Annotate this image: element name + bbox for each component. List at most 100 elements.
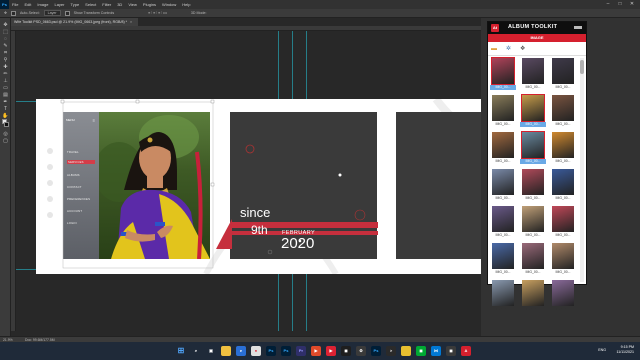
eyedropper-icon[interactable]: ⚲ xyxy=(2,57,9,63)
quick-mask-icon[interactable]: ◎ xyxy=(2,131,9,137)
thumbnail-label: IMG_00... xyxy=(555,307,571,311)
media-icon[interactable]: ▶ xyxy=(311,346,321,356)
search-icon[interactable]: ⌕ xyxy=(191,346,201,356)
image-thumbnail[interactable]: IMG_00... xyxy=(550,243,576,277)
system-clock[interactable]: 9:15 PM 11/11/2021 xyxy=(617,345,634,355)
photoshop-taskbar-icon-3[interactable]: Ps xyxy=(371,346,381,356)
menu-item-view[interactable]: View xyxy=(125,2,140,7)
type-tool-icon[interactable]: T xyxy=(2,106,9,112)
menu-item-type[interactable]: Type xyxy=(68,2,83,7)
menu-item-plugins[interactable]: Plugins xyxy=(140,2,159,7)
background-color-swatch[interactable] xyxy=(4,122,9,127)
eraser-tool-icon[interactable]: ▭ xyxy=(2,85,9,91)
image-thumbnail[interactable]: IMG_00... xyxy=(520,206,546,240)
stamp-tool-icon[interactable]: ⊥ xyxy=(2,78,9,84)
image-thumbnail[interactable]: IMG_00... xyxy=(550,206,576,240)
move-tool-icon[interactable]: ✥ xyxy=(4,11,7,15)
clock-date: 11/11/2021 xyxy=(616,350,634,354)
thumbnail-label: IMG_00... xyxy=(555,196,571,200)
move-tool-icon[interactable]: ✥ xyxy=(2,22,9,28)
image-thumbnail[interactable]: IMG_00... xyxy=(550,95,576,129)
close-icon[interactable]: ✕ xyxy=(626,0,638,9)
image-thumbnail[interactable]: IMG_00... xyxy=(490,280,516,314)
file-explorer-icon[interactable] xyxy=(221,346,231,356)
thumbnail-image xyxy=(522,169,544,195)
image-thumbnail[interactable]: IMG_00... xyxy=(520,131,546,166)
image-thumbnail[interactable]: IMG_00... xyxy=(520,58,546,92)
image-thumbnail[interactable]: IMG_00... xyxy=(550,169,576,203)
pen-tool-icon[interactable]: ✒ xyxy=(2,99,9,105)
album-toolkit-taskbar-icon[interactable]: A xyxy=(461,346,471,356)
menu-item-select[interactable]: Select xyxy=(82,2,99,7)
document-canvas[interactable]: MENU ≡ TRAVEL SERVICES ALBUMS CONTACT PR… xyxy=(36,99,481,274)
menu-bar: Ps File Edit Image Layer Type Select Filter 3D V… xyxy=(0,0,640,9)
brush-tool-icon[interactable]: ✏ xyxy=(2,71,9,77)
menu-item-window[interactable]: Window xyxy=(159,2,179,7)
thumbnail-image xyxy=(492,243,514,269)
vscode-icon[interactable]: ⋈ xyxy=(431,346,441,356)
image-thumbnail[interactable]: IMG_00... xyxy=(490,169,516,203)
image-thumbnail[interactable]: IMG_00... xyxy=(490,243,516,277)
panel-minimize-button[interactable] xyxy=(574,26,582,29)
photoshop-taskbar-icon-2[interactable]: Ps xyxy=(281,346,291,356)
photoshop-logo[interactable]: Ps xyxy=(0,0,9,9)
app-green-icon[interactable]: ◼ xyxy=(416,346,426,356)
gradient-tool-icon[interactable]: ▤ xyxy=(2,92,9,98)
crop-tool-icon[interactable]: ⌗ xyxy=(2,50,9,56)
menu-item-file[interactable]: File xyxy=(9,2,21,7)
edge-icon[interactable]: e xyxy=(236,346,246,356)
image-thumbnail[interactable]: IMG_00... xyxy=(520,94,546,129)
maximize-icon[interactable]: □ xyxy=(614,0,626,9)
album-toolkit-panel: At ALBUM TOOLKIT IMAGE ▬ ✲ ❖ IMG_00... IM… xyxy=(487,21,587,311)
terminal-icon[interactable]: > xyxy=(386,346,396,356)
thumbnail-image xyxy=(492,280,514,306)
healing-brush-icon[interactable]: ✚ xyxy=(2,64,9,70)
canvas-area[interactable]: MENU ≡ TRAVEL SERVICES ALBUMS CONTACT PR… xyxy=(16,31,481,331)
lasso-tool-icon[interactable]: ◌ xyxy=(2,36,9,42)
menu-item-3d[interactable]: 3D xyxy=(114,2,125,7)
image-thumbnail[interactable]: IMG_00... xyxy=(520,243,546,277)
folder-icon[interactable]: ▬ xyxy=(491,45,497,53)
input-language[interactable]: ENG xyxy=(598,348,606,352)
app-icon[interactable]: ◼ xyxy=(341,346,351,356)
premiere-icon[interactable]: Pr xyxy=(296,346,306,356)
windows-start-icon[interactable]: ⊞ xyxy=(176,346,186,356)
stack-icon[interactable]: ❖ xyxy=(520,45,525,53)
show-transform-checkbox[interactable] xyxy=(64,10,70,16)
auto-select-checkbox[interactable] xyxy=(11,10,17,16)
menu-item-filter[interactable]: Filter xyxy=(99,2,114,7)
quick-select-icon[interactable]: ✎ xyxy=(2,43,9,49)
image-thumbnail[interactable]: IMG_00... xyxy=(550,58,576,92)
menu-item-image[interactable]: Image xyxy=(34,2,51,7)
screen-mode-icon[interactable]: ▢ xyxy=(2,138,9,144)
marquee-tool-icon[interactable]: ⬚ xyxy=(2,29,9,35)
menu-item-layer[interactable]: Layer xyxy=(51,2,67,7)
settings-gear-icon[interactable]: ✲ xyxy=(506,45,511,53)
chrome-icon[interactable]: ● xyxy=(251,346,261,356)
scroll-thumb[interactable] xyxy=(580,60,584,74)
notes-icon[interactable] xyxy=(401,346,411,356)
app-dark-icon[interactable]: ◼ xyxy=(446,346,456,356)
youtube-icon[interactable]: ▶ xyxy=(326,346,336,356)
image-thumbnail[interactable]: IMG_00... xyxy=(520,169,546,203)
image-thumbnail[interactable]: IMG_00... xyxy=(520,280,546,314)
align-icons[interactable]: ≡ ⫶ ≡ ⫶ ≡ ⫶ ••• xyxy=(148,11,167,15)
document-tab[interactable]: Wife Toolkit PSD_0663.psd @ 21.9% (IMG_0… xyxy=(11,18,139,26)
photoshop-taskbar-icon[interactable]: Ps xyxy=(266,346,276,356)
layer-select[interactable]: Layer xyxy=(43,10,61,16)
menu-item-edit[interactable]: Edit xyxy=(21,2,34,7)
image-thumbnail[interactable]: IMG_00... xyxy=(550,132,576,166)
image-thumbnail[interactable]: IMG_00... xyxy=(490,57,516,92)
thumbnail-image xyxy=(492,95,514,121)
tab-image[interactable]: IMAGE xyxy=(488,34,586,42)
image-thumbnail[interactable]: IMG_00... xyxy=(490,95,516,129)
settings-icon[interactable]: ⚙ xyxy=(356,346,366,356)
panel-scrollbar[interactable] xyxy=(580,58,584,282)
task-view-icon[interactable]: ▣ xyxy=(206,346,216,356)
image-thumbnail[interactable]: IMG_00... xyxy=(490,132,516,166)
minimize-icon[interactable]: – xyxy=(602,0,614,9)
close-tab-icon[interactable]: × xyxy=(130,20,132,24)
menu-item-help[interactable]: Help xyxy=(179,2,193,7)
image-thumbnail[interactable]: IMG_00... xyxy=(550,280,576,314)
image-thumbnail[interactable]: IMG_00... xyxy=(490,206,516,240)
